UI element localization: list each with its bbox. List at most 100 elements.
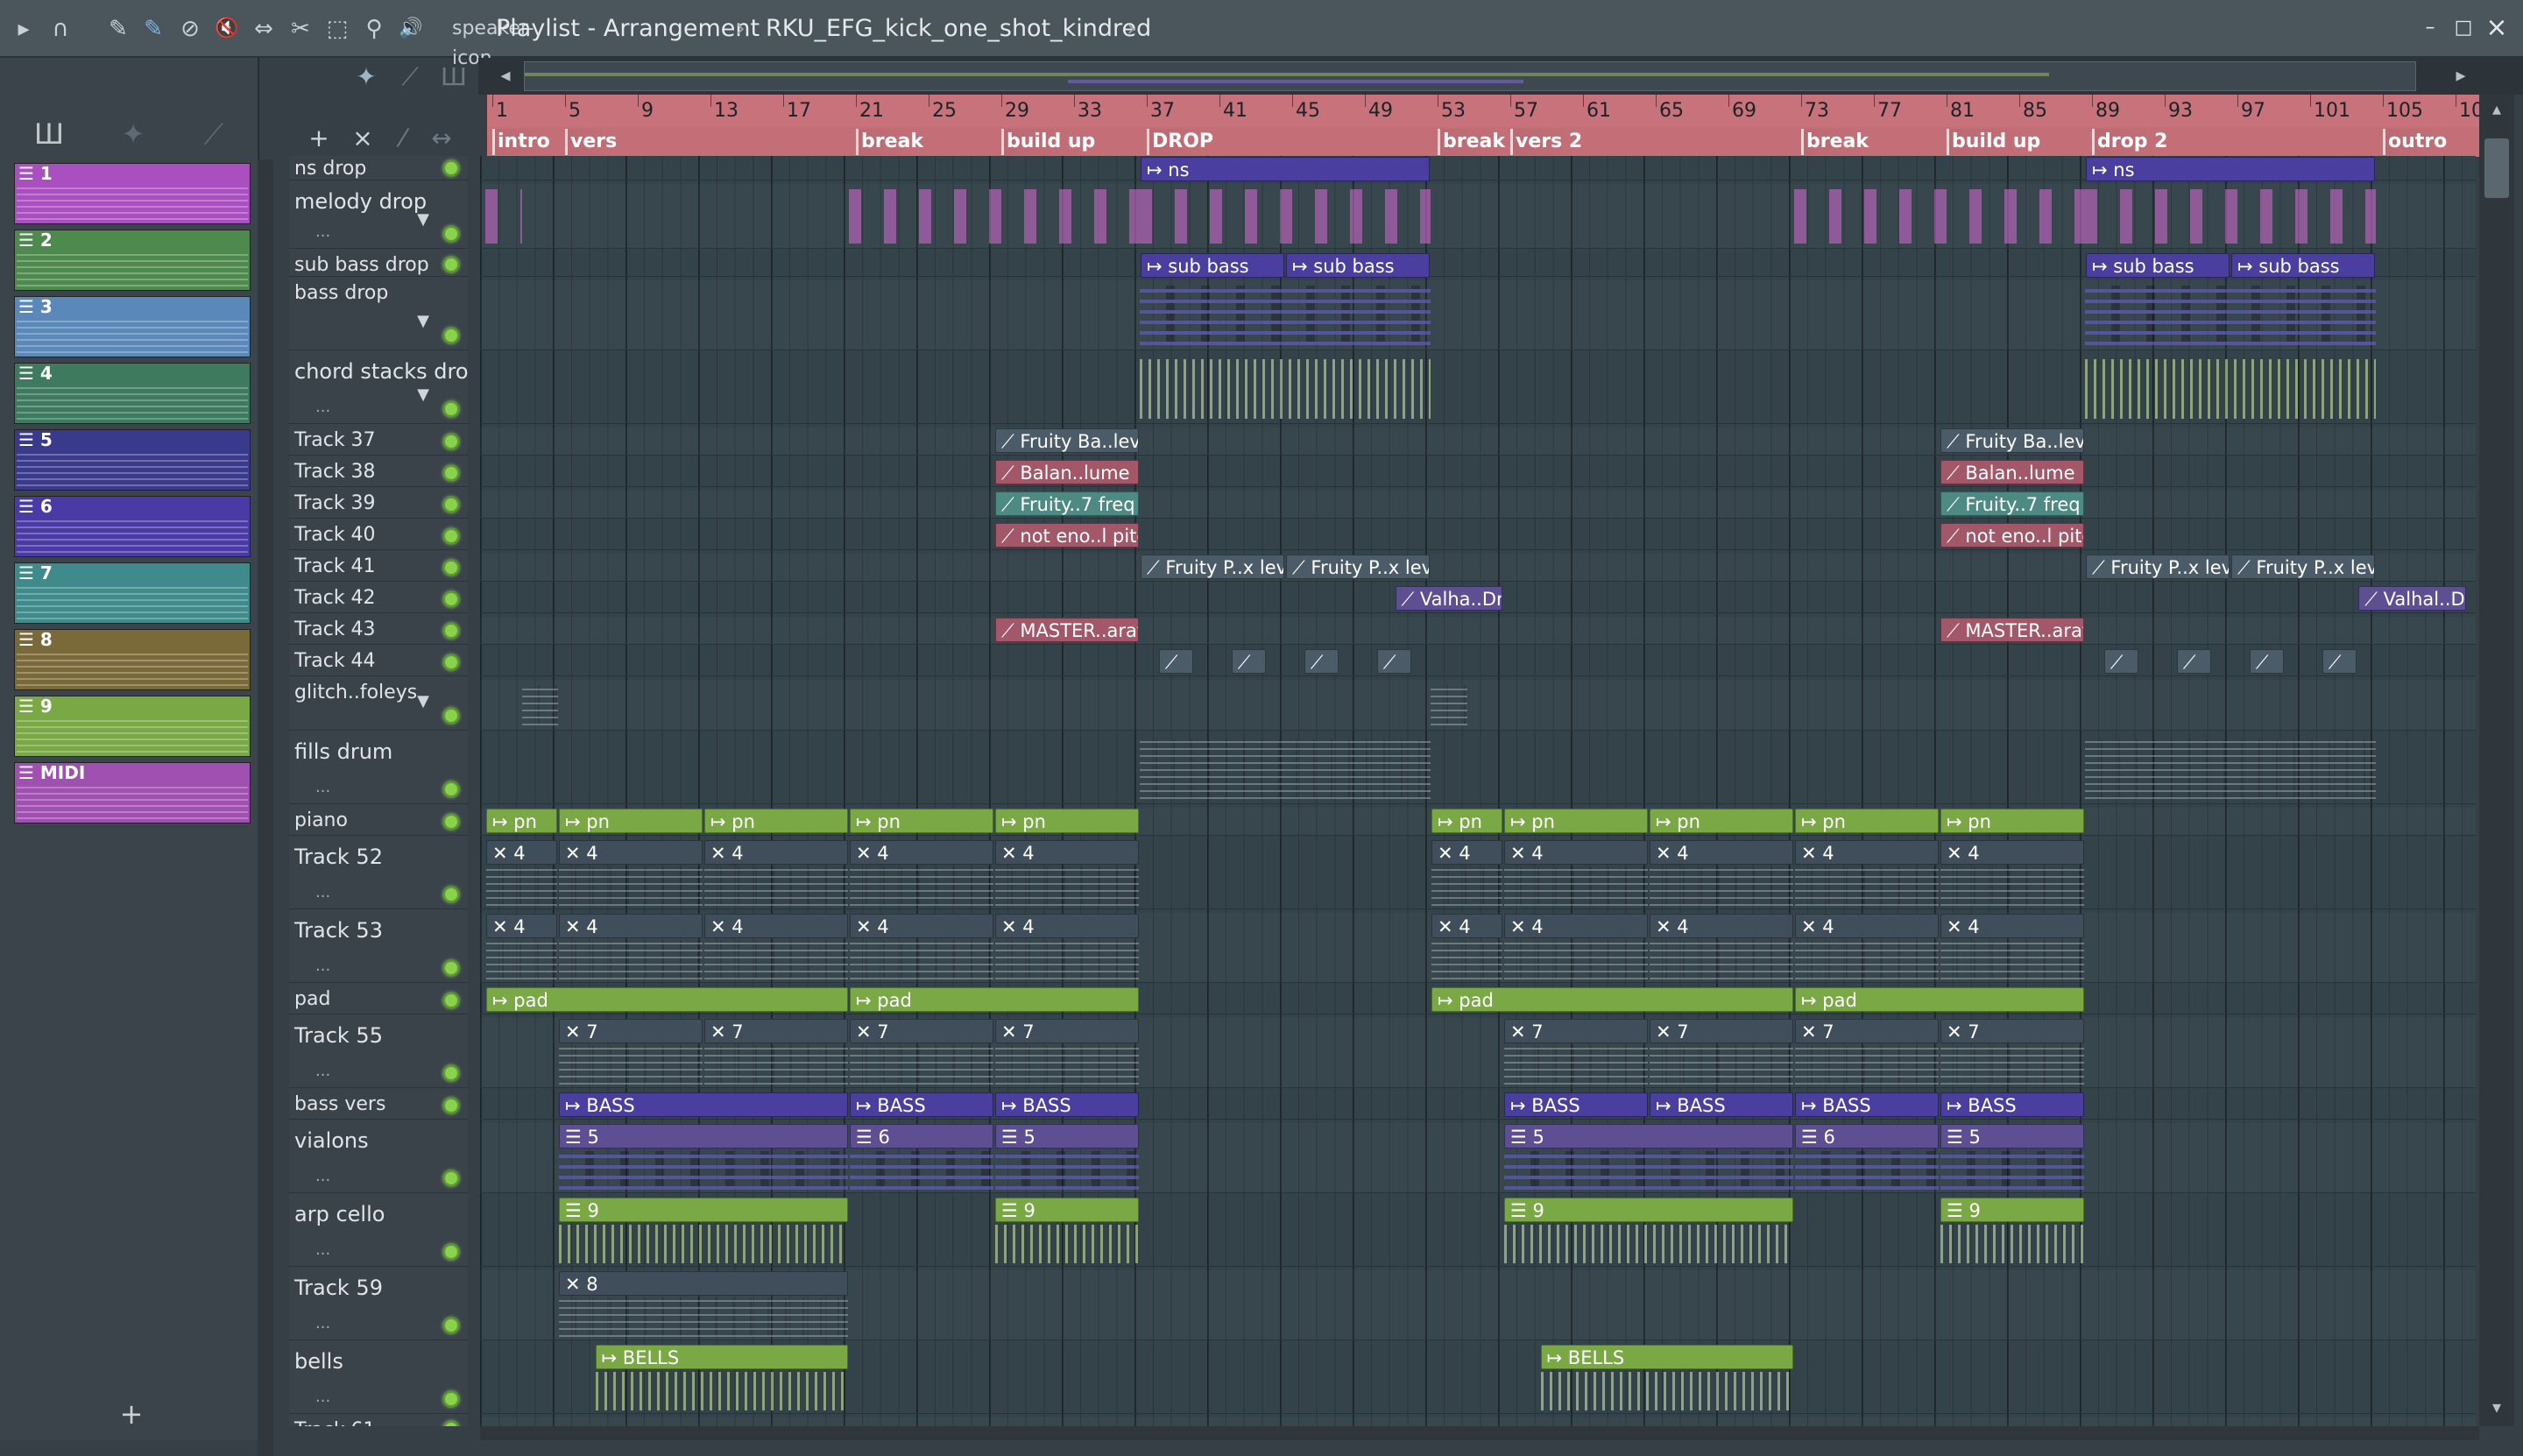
select-icon[interactable]: ⬚ [322, 14, 352, 44]
track-dropdown-icon[interactable]: ▼ [417, 692, 429, 710]
pattern-clip[interactable]: ⟋ [2176, 649, 2212, 674]
track-mute-led[interactable] [443, 654, 459, 670]
marker[interactable]: break [1801, 129, 1869, 155]
track-header[interactable]: piano [289, 808, 468, 836]
pattern-clip[interactable]: ↦ sub bass [2086, 253, 2230, 278]
pattern-clip[interactable]: ↦ BASS [850, 1092, 993, 1117]
add-pattern-button[interactable]: + [114, 1396, 149, 1431]
pattern-clip[interactable]: ✕ 4 [850, 840, 993, 865]
pattern-clip[interactable]: ⟋ [2249, 649, 2285, 674]
track-mute-led[interactable] [443, 226, 459, 242]
marker[interactable]: drop 2 [2092, 129, 2168, 155]
pattern-clip[interactable]: ↦ pn [1431, 809, 1502, 833]
track-header[interactable]: Track 43 [289, 617, 468, 645]
pattern-clip[interactable]: ✕ 4 [1650, 840, 1793, 865]
track-header[interactable]: Track 53... [289, 913, 468, 983]
track-lane[interactable] [480, 680, 2476, 731]
pattern-clip[interactable]: ⟋ Fruity P..x level [1141, 555, 1284, 579]
track-header[interactable]: vialons... [289, 1123, 468, 1193]
picker-automation-tool-icon[interactable]: ⟋ [187, 112, 240, 156]
track-mute-led[interactable] [443, 1391, 459, 1407]
pattern-clip[interactable]: ↦ BASS [1650, 1092, 1793, 1117]
pattern-clip[interactable]: ↦ pad [1431, 987, 1793, 1012]
marker[interactable]: build up [1001, 129, 1096, 155]
track-header[interactable]: bells... [289, 1344, 468, 1414]
pattern-clip[interactable]: ✕ 4 [1940, 840, 2084, 865]
track-mute-led[interactable] [443, 1170, 459, 1186]
pattern-clip[interactable]: ↦ pn [704, 809, 848, 833]
pattern-clip[interactable]: ↦ BELLS [595, 1345, 848, 1369]
pattern-clip[interactable]: ✕ 4 [486, 914, 557, 938]
pattern-clip[interactable]: ↦ BASS [1940, 1092, 2084, 1117]
track-header[interactable]: Track 39 [289, 491, 468, 519]
pattern-clip[interactable]: ↦ sub bass [1141, 253, 1284, 278]
pattern-clip[interactable]: ☰ 9 [995, 1198, 1139, 1222]
pattern-clip[interactable]: ☰ 5 [1504, 1124, 1793, 1149]
arrangement-overview[interactable]: ◂ ▸ [478, 58, 2523, 95]
swap-track-icon[interactable]: ↔ [424, 119, 459, 158]
pattern-clip[interactable]: ✕ 4 [1504, 914, 1648, 938]
scroll-thumb[interactable] [2484, 138, 2509, 198]
playback-icon[interactable]: 🔊 [396, 14, 426, 44]
track-header[interactable]: Track 55... [289, 1018, 468, 1088]
track-header[interactable]: Track 44 [289, 648, 468, 676]
track-header[interactable]: pad [289, 986, 468, 1014]
pattern-clip[interactable]: ✕ 4 [1504, 840, 1648, 865]
pencil-icon[interactable]: ✎ [103, 14, 133, 44]
pattern-clip[interactable]: ⟋ [1158, 649, 1194, 674]
track-mute-led[interactable] [443, 887, 459, 902]
pattern-item[interactable]: ☰ MIDI [14, 762, 251, 823]
track-header[interactable]: sub bass drop [289, 252, 468, 277]
track-lane[interactable] [480, 459, 2476, 487]
pattern-clip[interactable]: ☰ 6 [850, 1124, 993, 1149]
pattern-clip[interactable]: ↦ ns [1141, 157, 1430, 181]
add-track-icon[interactable]: + [301, 119, 336, 158]
pattern-clip[interactable]: ✕ 8 [559, 1271, 848, 1296]
magnet-icon[interactable]: ∩ [46, 14, 75, 44]
marker[interactable]: build up [1947, 129, 2041, 155]
close-button[interactable]: × [2481, 12, 2512, 44]
pattern-clip[interactable]: ↦ BASS [1795, 1092, 1939, 1117]
track-header[interactable]: Track 42 [289, 585, 468, 613]
pattern-clip[interactable]: ⟋ [1376, 649, 1412, 674]
track-mute-led[interactable] [443, 1421, 459, 1426]
track-dropdown-icon[interactable]: ▼ [417, 385, 429, 404]
pattern-clip[interactable]: ☰ 6 [1795, 1124, 1939, 1149]
pattern-clip[interactable]: ⟋ not eno..l pitch [995, 523, 1139, 548]
track-mute-led[interactable] [443, 465, 459, 481]
track-header[interactable]: fills drum... [289, 734, 468, 804]
pattern-clip[interactable]: ☰ 9 [1940, 1198, 2084, 1222]
track-lane[interactable] [480, 428, 2476, 456]
pattern-clip[interactable]: ☰ 5 [1940, 1124, 2084, 1149]
pattern-clip[interactable]: ⟋ Valha..Dry [1395, 586, 1502, 611]
horizontal-scrollbar[interactable] [480, 1426, 2479, 1440]
pattern-clip[interactable]: ✕ 4 [1795, 914, 1939, 938]
track-mute-led[interactable] [443, 401, 459, 417]
pattern-clip[interactable]: ☰ 5 [559, 1124, 848, 1149]
pattern-item[interactable]: ☰ 8 [14, 629, 251, 690]
track-mute-led[interactable] [443, 960, 459, 976]
pattern-clip[interactable]: ↦ BASS [995, 1092, 1139, 1117]
pattern-clip[interactable]: ✕ 7 [1795, 1019, 1939, 1043]
pattern-clip[interactable]: ✕ 4 [1795, 840, 1939, 865]
track-header[interactable]: Track 59... [289, 1270, 468, 1340]
pattern-clip[interactable]: ☰ 9 [559, 1198, 848, 1222]
pattern-item[interactable]: ☰ 7 [14, 562, 251, 624]
pattern-clip[interactable]: ↦ pn [1940, 809, 2084, 833]
remove-track-icon[interactable]: × [345, 119, 380, 158]
track-mute-led[interactable] [443, 1318, 459, 1333]
track-header[interactable]: bass drop ▼ [289, 280, 468, 350]
pattern-item[interactable]: ☰ 1 [14, 163, 251, 224]
marker[interactable]: vers 2 [1510, 129, 1583, 155]
pattern-clip[interactable]: ⟋ MASTER..aration [995, 618, 1139, 642]
picker-pattern-tool-icon[interactable]: Ш [23, 112, 75, 156]
track-header[interactable]: melody drop ▼... [289, 184, 468, 249]
pattern-clip[interactable]: ⟋ Balan..lume [995, 460, 1139, 484]
scroll-down-icon[interactable]: ▾ [2483, 1393, 2511, 1421]
track-mute-led[interactable] [443, 160, 459, 176]
snap-automation-icon[interactable]: ⟋ [391, 58, 429, 96]
pattern-clip[interactable]: ↦ pad [486, 987, 848, 1012]
pattern-clip[interactable]: ↦ BELLS [1540, 1345, 1793, 1369]
track-mute-led[interactable] [443, 1098, 459, 1113]
pattern-clip[interactable]: ⟋ Fruity..7 freq [995, 491, 1139, 516]
